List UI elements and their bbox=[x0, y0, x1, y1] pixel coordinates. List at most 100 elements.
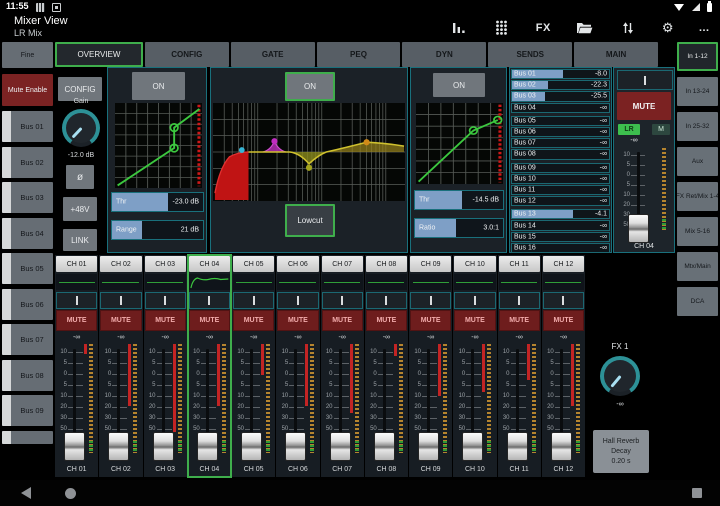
gate-range-slider[interactable]: Range 21 dB bbox=[111, 220, 204, 240]
channel-select-button[interactable]: CH 06 bbox=[277, 256, 318, 272]
channel-fader[interactable]: 10 5 0 5 10 20 30 50 bbox=[542, 344, 585, 463]
main-mute-button[interactable]: MUTE bbox=[617, 92, 671, 120]
gate-on-button[interactable]: ON bbox=[132, 72, 185, 100]
channel-eq-thumbnail[interactable] bbox=[366, 274, 407, 290]
fader-cap[interactable] bbox=[462, 432, 483, 461]
fader-cap[interactable] bbox=[108, 432, 129, 461]
channel-select-button[interactable]: CH 02 bbox=[100, 256, 141, 272]
channel-eq-thumbnail[interactable] bbox=[277, 274, 318, 290]
layer-mtx-main[interactable]: Mtx/Main bbox=[677, 252, 718, 281]
channel-mute-button[interactable]: MUTE bbox=[410, 310, 451, 331]
recents-button[interactable] bbox=[692, 488, 702, 498]
back-button[interactable] bbox=[21, 487, 31, 499]
mute-enable-button[interactable]: Mute Enable bbox=[2, 74, 53, 106]
channel-select-button[interactable]: CH 12 bbox=[543, 256, 584, 272]
layer-in-13-24[interactable]: In 13-24 bbox=[677, 77, 718, 106]
layer-in-25-32[interactable]: In 25-32 bbox=[677, 112, 718, 141]
channel-fader[interactable]: 10 5 0 5 10 20 30 50 bbox=[55, 344, 98, 463]
tab-dyn[interactable]: DYN bbox=[402, 42, 486, 67]
gate-curve-graph[interactable] bbox=[115, 103, 202, 188]
dyn-ratio-slider[interactable]: Ratio 3.0:1 bbox=[414, 218, 504, 238]
fader-cap[interactable] bbox=[507, 432, 528, 461]
fader-cap[interactable] bbox=[285, 432, 306, 461]
channel-pan[interactable] bbox=[543, 292, 584, 309]
send-row-bus-08[interactable]: Bus 08-∞ bbox=[511, 149, 610, 159]
tab-peq[interactable]: PEQ bbox=[317, 42, 401, 67]
channel-select-button[interactable]: CH 10 bbox=[454, 256, 495, 272]
main-pan-control[interactable] bbox=[617, 70, 673, 90]
channel-mute-button[interactable]: MUTE bbox=[145, 310, 186, 331]
sidebar-bus-06[interactable]: Bus 06 bbox=[2, 289, 53, 320]
channel-fader[interactable]: 10 5 0 5 10 20 30 50 bbox=[144, 344, 187, 463]
channel-fader[interactable]: 10 5 0 5 10 20 30 50 bbox=[498, 344, 541, 463]
fader-cap[interactable] bbox=[241, 432, 262, 461]
channel-pan[interactable] bbox=[145, 292, 186, 309]
fader-cap[interactable] bbox=[330, 432, 351, 461]
channel-fader[interactable]: 10 5 0 5 10 20 30 50 bbox=[276, 344, 319, 463]
gain-knob[interactable] bbox=[62, 109, 100, 147]
fader-cap[interactable] bbox=[628, 214, 649, 243]
channel-pan[interactable] bbox=[322, 292, 363, 309]
gear-icon[interactable]: ⚙ bbox=[662, 20, 674, 36]
channel-fader[interactable]: 10 5 0 5 10 20 30 50 bbox=[99, 344, 142, 463]
channel-eq-thumbnail[interactable] bbox=[454, 274, 495, 290]
channel-pan[interactable] bbox=[189, 292, 230, 309]
channel-select-button[interactable]: CH 05 bbox=[233, 256, 274, 272]
send-row-bus-12[interactable]: Bus 12-∞ bbox=[511, 196, 610, 206]
channel-eq-thumbnail[interactable] bbox=[499, 274, 540, 290]
tab-config[interactable]: CONFIG bbox=[145, 42, 229, 67]
send-row-bus-16[interactable]: Bus 16-∞ bbox=[511, 243, 610, 253]
send-row-bus-02[interactable]: Bus 02-22.3 bbox=[511, 80, 610, 90]
channel-select-button[interactable]: CH 09 bbox=[410, 256, 451, 272]
layer-dca[interactable]: DCA bbox=[677, 287, 718, 316]
channel-eq-thumbnail[interactable] bbox=[233, 274, 274, 290]
dyn-curve-graph[interactable] bbox=[416, 103, 503, 184]
fx-send-knob[interactable] bbox=[600, 356, 640, 396]
channel-eq-thumbnail[interactable] bbox=[410, 274, 451, 290]
send-row-bus-11[interactable]: Bus 11-∞ bbox=[511, 185, 610, 195]
channel-pan[interactable] bbox=[366, 292, 407, 309]
channel-mute-button[interactable]: MUTE bbox=[56, 310, 97, 331]
lowcut-button[interactable]: Lowcut bbox=[285, 204, 335, 237]
folder-icon[interactable] bbox=[576, 19, 594, 37]
channel-fader[interactable]: 10 5 0 5 10 20 30 50 bbox=[321, 344, 364, 463]
sidebar-bus-02[interactable]: Bus 02 bbox=[2, 147, 53, 178]
send-row-bus-15[interactable]: Bus 15-∞ bbox=[511, 232, 610, 242]
phase-button[interactable]: ø bbox=[66, 165, 94, 189]
channel-mute-button[interactable]: MUTE bbox=[277, 310, 318, 331]
layer-fx-ret[interactable]: FX Ret/Mix 1-4 bbox=[677, 182, 718, 211]
channel-pan[interactable] bbox=[233, 292, 274, 309]
send-row-bus-06[interactable]: Bus 06-∞ bbox=[511, 127, 610, 137]
fader-cap[interactable] bbox=[418, 432, 439, 461]
tab-overview[interactable]: OVERVIEW bbox=[55, 42, 143, 67]
fader-cap[interactable] bbox=[197, 432, 218, 461]
channel-mute-button[interactable]: MUTE bbox=[499, 310, 540, 331]
peq-on-button[interactable]: ON bbox=[285, 72, 335, 101]
fader-cap[interactable] bbox=[64, 432, 85, 461]
sidebar-bus-05[interactable]: Bus 05 bbox=[2, 253, 53, 284]
channel-select-button[interactable]: CH 03 bbox=[145, 256, 186, 272]
fader-cap[interactable] bbox=[374, 432, 395, 461]
channel-pan[interactable] bbox=[499, 292, 540, 309]
sidebar-bus-08[interactable]: Bus 08 bbox=[2, 360, 53, 391]
home-button[interactable] bbox=[65, 488, 76, 499]
channel-fader[interactable]: 10 5 0 5 10 20 30 50 bbox=[453, 344, 496, 463]
channel-fader[interactable]: 10 5 0 5 10 20 30 50 bbox=[188, 344, 231, 463]
sidebar-bus-04[interactable]: Bus 04 bbox=[2, 218, 53, 249]
mono-assign-button[interactable]: M bbox=[652, 124, 670, 135]
gate-threshold-slider[interactable]: Thr -23.0 dB bbox=[111, 192, 204, 212]
main-fader[interactable]: 10 5 0 5 10 20 30 50 bbox=[616, 148, 672, 246]
channel-fader[interactable]: 10 5 0 5 10 20 30 50 bbox=[365, 344, 408, 463]
sidebar-bus-09[interactable]: Bus 09 bbox=[2, 395, 53, 426]
send-row-bus-13[interactable]: Bus 13-4.1 bbox=[511, 209, 610, 219]
fx-preset-button[interactable]: Hall Reverb Decay 0.20 s bbox=[593, 430, 649, 473]
layer-aux[interactable]: Aux bbox=[677, 147, 718, 176]
channel-pan[interactable] bbox=[454, 292, 495, 309]
channel-eq-thumbnail[interactable] bbox=[145, 274, 186, 290]
channel-fader[interactable]: 10 5 0 5 10 20 30 50 bbox=[409, 344, 452, 463]
sidebar-bus-clipped[interactable] bbox=[2, 431, 53, 444]
fader-cap[interactable] bbox=[153, 432, 174, 461]
channel-eq-thumbnail[interactable] bbox=[100, 274, 141, 290]
channel-select-button[interactable]: CH 11 bbox=[499, 256, 540, 272]
channel-pan[interactable] bbox=[56, 292, 97, 309]
